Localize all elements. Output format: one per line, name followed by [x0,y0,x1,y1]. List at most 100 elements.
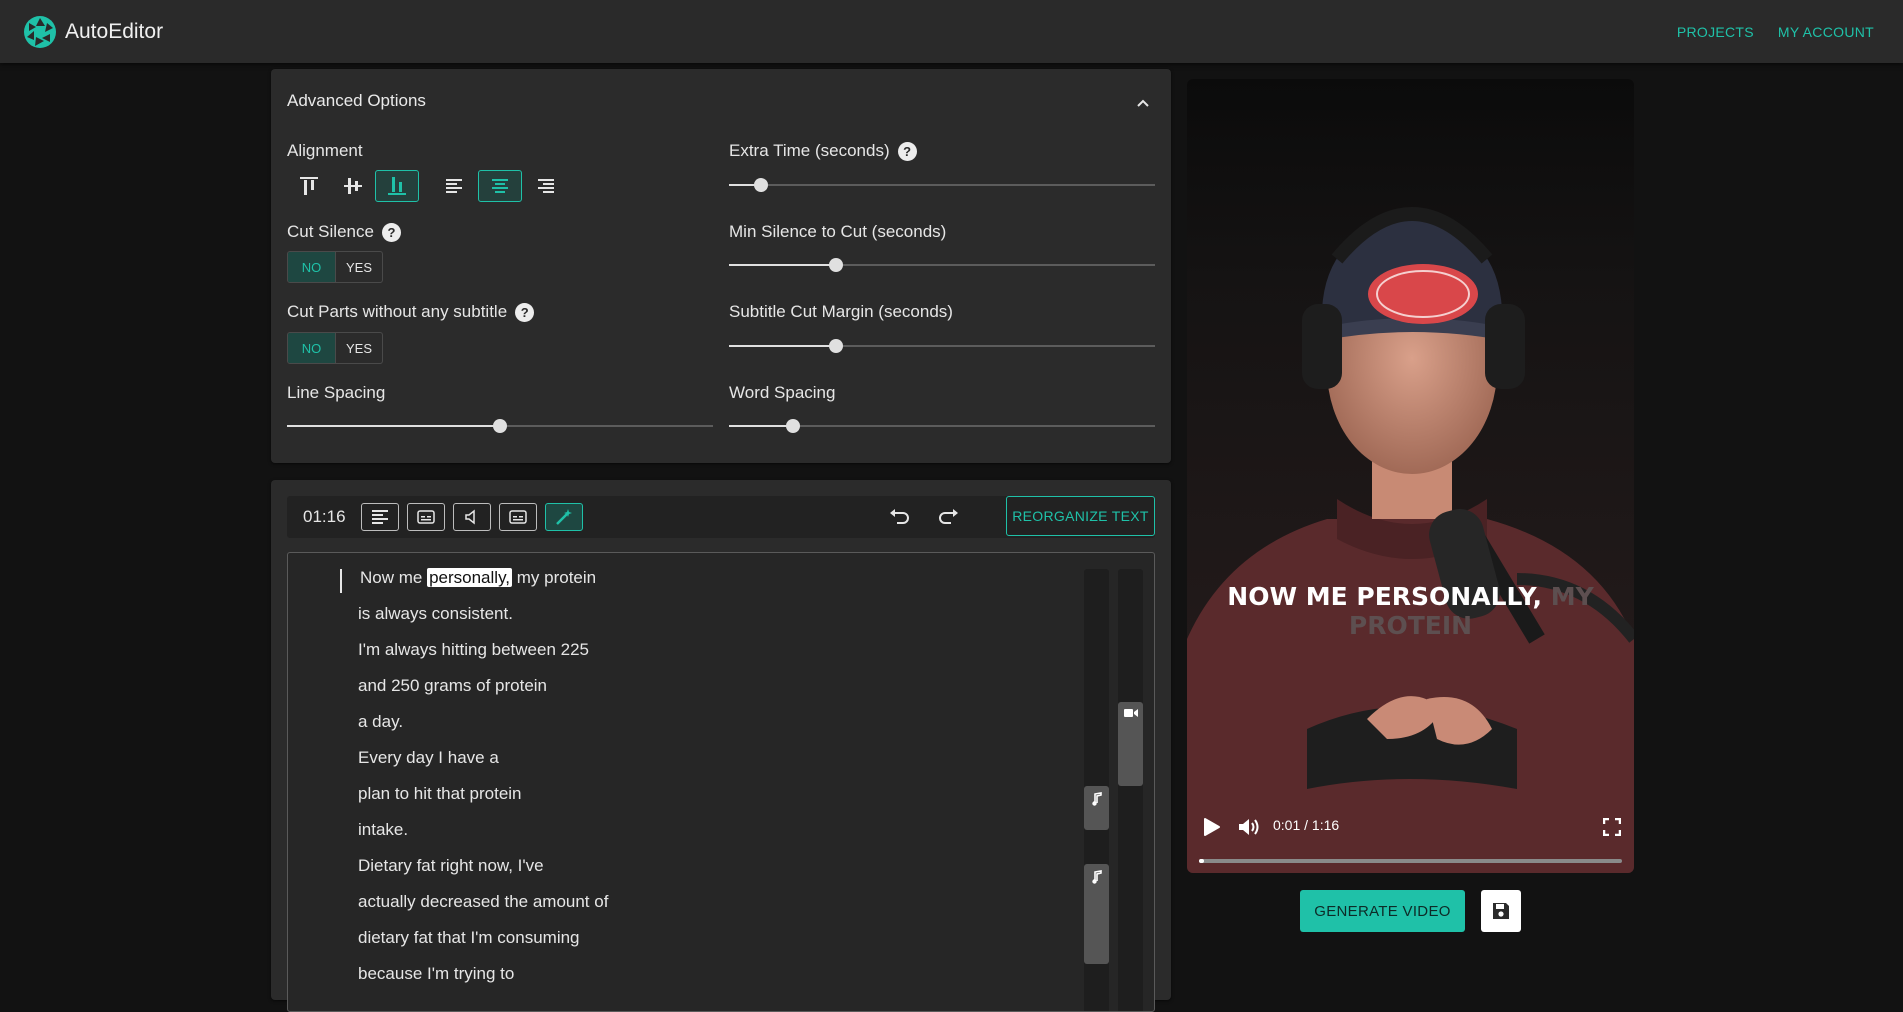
transcript-line[interactable]: actually decreased the amount of [358,892,608,912]
align-bottom-icon [388,177,406,195]
transcript-line[interactable]: plan to hit that protein [358,784,522,804]
video-frame-image [1187,79,1634,873]
align-bottom-button[interactable] [375,170,419,202]
word-spacing-label: Word Spacing [729,383,836,402]
captions-button[interactable] [499,503,537,531]
top-nav-links: PROJECTS MY ACCOUNT [1677,0,1874,63]
help-icon[interactable]: ? [515,302,535,322]
transcript-line[interactable]: because I'm trying to [358,964,514,984]
transcript-line[interactable]: I'm always hitting between 225 [358,640,589,660]
transcript-line[interactable]: a day. [358,712,403,732]
video-time: 0:01 / 1:16 [1273,817,1340,833]
min-silence-label: Min Silence to Cut (seconds) [729,222,947,241]
slider-thumb[interactable] [753,178,768,192]
extra-time-label: Extra Time (seconds) ? [729,141,917,161]
cut-silence-toggle: NO YES [287,251,383,283]
min-silence-slider[interactable] [729,255,1155,275]
app-name: AutoEditor [65,19,164,43]
subtitle-margin-slider[interactable] [729,336,1155,356]
transcript-line[interactable]: and 250 grams of protein [358,676,547,696]
reorganize-text-button[interactable]: REORGANIZE TEXT [1006,496,1155,536]
alignment-label: Alignment [287,141,363,160]
slider-fill [729,425,793,427]
volume-icon[interactable] [1237,816,1261,838]
slider-thumb[interactable] [493,419,507,433]
cut-parts-yes-option[interactable]: YES [335,333,382,363]
text-cursor [340,569,342,593]
subtitle-caption: NOW ME PERSONALLY, MY [1187,582,1634,612]
align-left-button[interactable] [432,170,476,202]
video-camera-icon [1123,709,1138,717]
advanced-options-title[interactable]: Advanced Options [287,91,426,111]
extra-time-slider[interactable] [729,175,1155,195]
transcript-word[interactable]: my protein [512,568,596,587]
duration-display: 01:16 [303,507,346,526]
slider-thumb[interactable] [828,339,843,353]
top-navigation-bar: AutoEditor PROJECTS MY ACCOUNT [0,0,1903,63]
transcript-text-area[interactable]: Now me personally, my protein is always … [287,552,1155,1012]
nav-projects-link[interactable]: PROJECTS [1677,24,1754,40]
music-note-icon [1091,792,1102,806]
fullscreen-icon[interactable] [1603,818,1621,836]
audio-clip[interactable] [1084,864,1109,964]
cut-parts-toggle: NO YES [287,332,383,364]
undo-icon[interactable] [889,507,911,527]
cut-silence-no-option[interactable]: NO [288,252,335,282]
align-center-button[interactable] [478,170,522,202]
video-controls: 0:01 / 1:16 [1187,803,1634,873]
subtitles-button[interactable] [407,503,445,531]
save-button[interactable] [1481,890,1521,932]
generate-video-button[interactable]: GENERATE VIDEO [1300,890,1465,932]
help-icon[interactable]: ? [897,141,917,161]
transcript-line[interactable]: is always consistent. [358,604,513,624]
transcript-editor-panel: 01:16 Now me personally, my protein is a… [271,480,1171,1012]
transcript-line[interactable]: dietary fat that I'm consuming [358,928,580,948]
help-icon[interactable]: ? [381,222,401,242]
align-top-button[interactable] [287,170,331,202]
align-left-icon [372,510,388,524]
highlighted-word[interactable]: personally, [427,568,513,587]
nav-my-account-link[interactable]: MY ACCOUNT [1778,24,1874,40]
redo-icon[interactable] [937,507,959,527]
cut-silence-label: Cut Silence ? [287,222,401,242]
caption-upcoming-text: MY [1550,582,1594,611]
video-track[interactable] [1118,569,1143,1011]
music-note-icon [1091,870,1102,884]
audio-track[interactable] [1084,569,1109,1011]
slider-fill [729,264,836,266]
align-middle-button[interactable] [331,170,375,202]
magic-wand-button[interactable] [545,503,583,531]
transcript-line[interactable]: Every day I have a [358,748,499,768]
cut-silence-yes-option[interactable]: YES [335,252,382,282]
audio-button[interactable] [453,503,491,531]
slider-fill [729,345,836,347]
cut-parts-label: Cut Parts without any subtitle ? [287,302,535,322]
video-progress-bar[interactable] [1199,859,1622,863]
word-spacing-slider[interactable] [729,416,1155,436]
cut-parts-no-option[interactable]: NO [288,333,335,363]
transcript-line[interactable]: Now me personally, my protein [360,568,596,588]
video-clip[interactable] [1118,702,1143,786]
slider-thumb[interactable] [828,258,843,272]
advanced-options-panel: Advanced Options Alignment Cut Silence ?… [271,69,1171,463]
slider-thumb[interactable] [785,419,800,433]
align-center-icon [492,179,508,193]
align-right-icon [538,179,554,193]
caption-spoken-text: NOW ME PERSONALLY, [1227,582,1543,611]
align-right-button[interactable] [524,170,568,202]
transcript-line[interactable]: intake. [358,820,408,840]
video-preview[interactable]: NOW ME PERSONALLY, MY PROTEIN 0:01 / 1:1… [1187,79,1634,873]
paragraph-view-button[interactable] [361,503,399,531]
line-spacing-slider[interactable] [287,416,713,436]
subtitle-caption-line2: PROTEIN [1348,611,1473,640]
align-top-icon [300,177,318,195]
transcript-line[interactable]: Dietary fat right now, I've [358,856,544,876]
subtitles-icon [417,510,435,524]
brand[interactable]: AutoEditor [23,15,163,49]
transcript-word[interactable]: Now me [360,568,427,587]
chevron-up-icon[interactable] [1137,97,1149,109]
play-icon[interactable] [1200,816,1222,838]
align-middle-icon [344,178,362,194]
floppy-disk-icon [1493,903,1509,919]
audio-clip[interactable] [1084,786,1109,830]
